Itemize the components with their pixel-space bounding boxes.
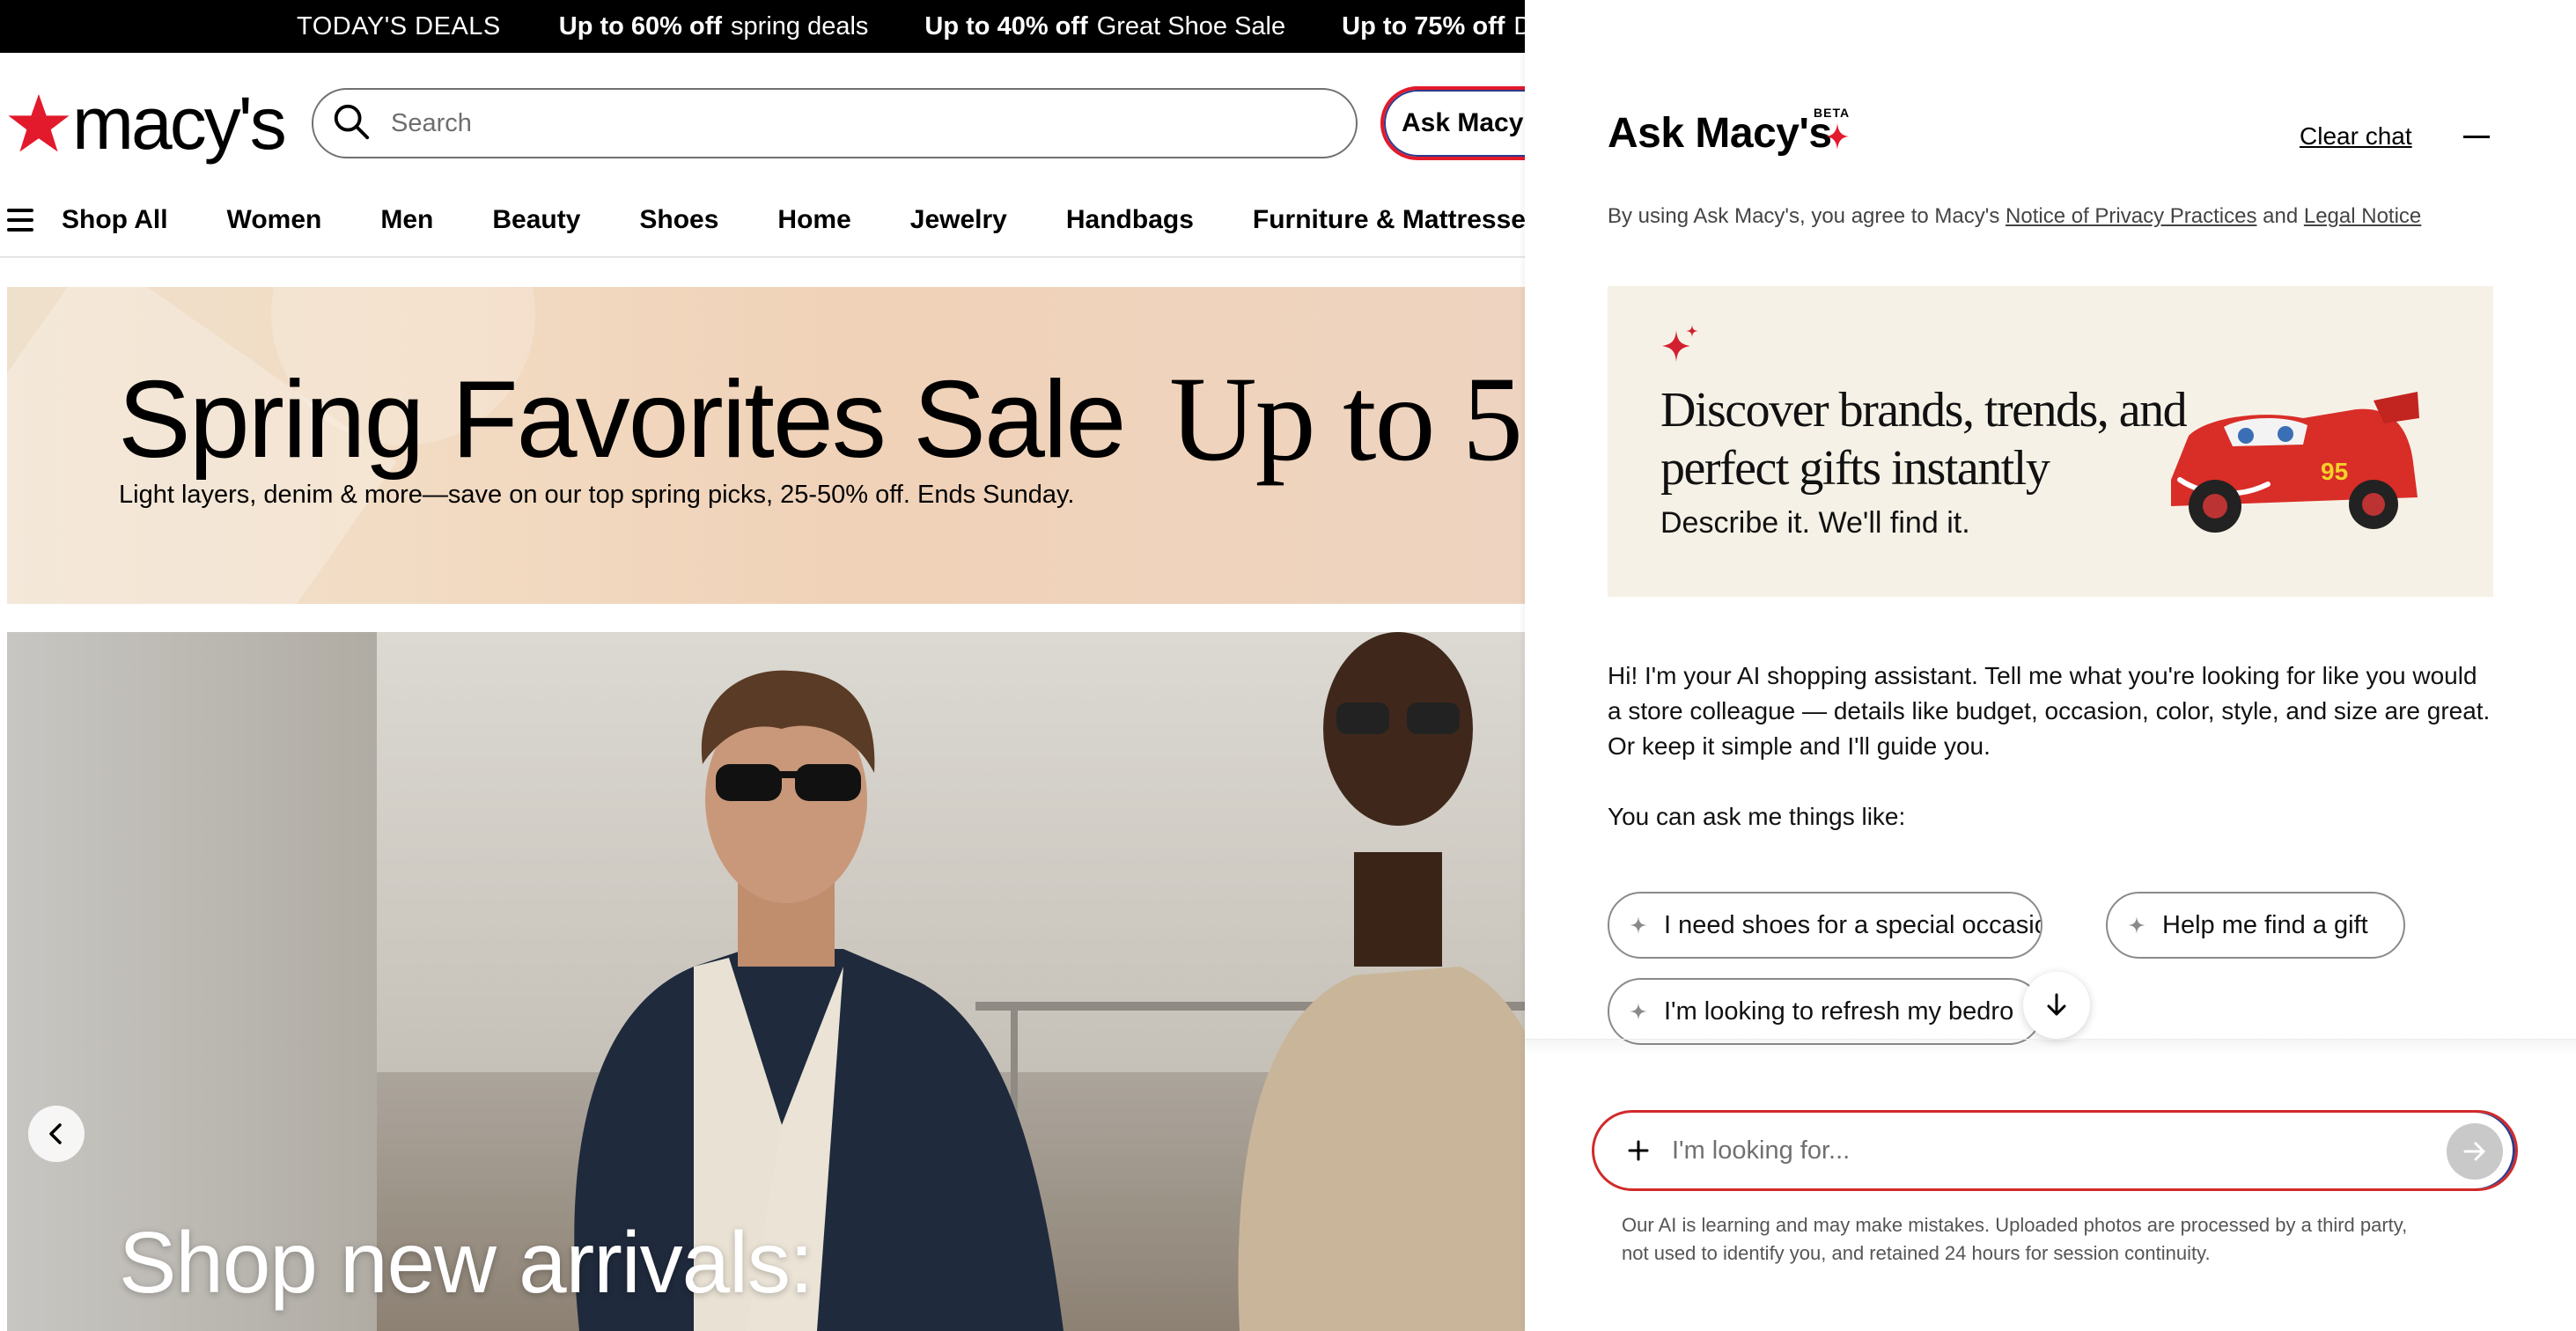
suggestion-chip-shoes[interactable]: I need shoes for a special occasion	[1608, 892, 2042, 959]
disclaimer-text: By using Ask Macy's, you agree to Macy's	[1608, 204, 2000, 228]
suggestions-heading: You can ask me things like:	[1608, 803, 1906, 830]
discover-promo-card: Discover brands, trends, and perfect gif…	[1608, 286, 2493, 597]
chip-label: I'm looking to refresh my bedro	[1664, 996, 2014, 1026]
deal-third[interactable]: Up to 75% off Di	[1342, 12, 1525, 41]
chip-label: I need shoes for a special occasion	[1664, 910, 2042, 939]
deal-shoes[interactable]: Up to 40% off Great Shoe Sale	[924, 12, 1285, 41]
privacy-link[interactable]: Notice of Privacy Practices	[2006, 204, 2256, 228]
deal-text: spring deals	[731, 11, 869, 40]
promo-bar: TODAY'S DEALS Up to 60% off spring deals …	[0, 0, 1525, 53]
ask-macys-panel: Ask Macy's BETA Clear chat By using Ask …	[1525, 0, 2576, 1331]
nav-label: Shop All	[62, 205, 168, 234]
disclaimer-text: and	[2263, 204, 2299, 228]
hero-carousel[interactable]: Shop new arrivals:	[7, 632, 1525, 1331]
deal-text: Di	[1513, 11, 1525, 40]
promo-headline: Discover brands, trends, and perfect gif…	[1660, 383, 2188, 496]
sparkle-icon	[1630, 916, 1647, 934]
sale-banner[interactable]: Spring Favorites Sale Light layers, deni…	[7, 287, 1525, 604]
terms-disclaimer: By using Ask Macy's, you agree to Macy's…	[1608, 204, 2421, 229]
chip-label: Help me find a gift	[2162, 910, 2368, 939]
sparkle-icon	[1662, 325, 1698, 362]
deal-text: Great Shoe Sale	[1096, 11, 1286, 40]
toy-car-image: 95	[2171, 392, 2419, 533]
todays-deals-link[interactable]: TODAY'S DEALS	[297, 12, 501, 41]
nav-home[interactable]: Home	[777, 205, 850, 235]
sparkle-icon	[1630, 1003, 1647, 1020]
send-button[interactable]	[2447, 1123, 2503, 1180]
svg-text:95: 95	[2321, 458, 2348, 485]
nav-jewelry[interactable]: Jewelry	[910, 205, 1007, 235]
site-header: macy's Ask Macy's Shop All Women Men Bea…	[0, 53, 1574, 258]
logo-text: macy's	[72, 82, 287, 165]
nav-furniture[interactable]: Furniture & Mattresses	[1253, 205, 1541, 235]
minus-icon	[2463, 135, 2490, 138]
deal-bold: Up to 60% off	[558, 11, 723, 40]
divider	[1525, 1039, 2576, 1055]
menu-icon	[7, 209, 33, 232]
arrow-down-icon	[2047, 993, 2066, 1016]
carousel-prev-button[interactable]	[28, 1106, 85, 1162]
main-nav: Shop All Women Men Beauty Shoes Home Jew…	[0, 195, 1600, 245]
beta-badge: BETA	[1814, 106, 1851, 120]
hero-model-image	[1238, 632, 1525, 1331]
suggestion-chip-gift[interactable]: Help me find a gift	[2106, 892, 2405, 959]
suggestion-chip-bedroom[interactable]: I'm looking to refresh my bedro	[1608, 978, 2042, 1045]
chevron-left-icon	[49, 1123, 62, 1144]
banner-title: Spring Favorites Sale	[118, 359, 1126, 481]
star-logo-icon	[8, 93, 70, 152]
ai-disclaimer: Our AI is learning and may make mistakes…	[1622, 1214, 2408, 1264]
nav-shop-all[interactable]: Shop All	[0, 205, 168, 235]
search-input[interactable]	[391, 108, 1271, 138]
macys-logo[interactable]: macy's	[7, 82, 287, 165]
arrow-right-icon	[2463, 1142, 2485, 1161]
plus-icon[interactable]	[1626, 1138, 1651, 1163]
chat-input-box[interactable]	[1592, 1110, 2518, 1191]
nav-men[interactable]: Men	[380, 205, 433, 235]
nav-beauty[interactable]: Beauty	[492, 205, 580, 235]
search-bar[interactable]	[312, 88, 1358, 158]
minimize-button[interactable]	[2456, 121, 2497, 151]
promo-subtitle: Describe it. We'll find it.	[1660, 506, 1970, 540]
clear-chat-button[interactable]: Clear chat	[2300, 122, 2412, 151]
search-icon[interactable]	[331, 101, 372, 146]
banner-discount: Up to 50	[1169, 351, 1525, 486]
chat-input[interactable]	[1672, 1136, 2429, 1166]
nav-shoes[interactable]: Shoes	[639, 205, 718, 235]
legal-notice-link[interactable]: Legal Notice	[2304, 204, 2421, 228]
banner-subtitle: Light layers, denim & more—save on our t…	[119, 481, 1075, 509]
assistant-greeting: Hi! I'm your AI shopping assistant. Tell…	[1608, 662, 2491, 760]
sparkle-icon	[1826, 123, 1849, 150]
panel-title: Ask Macy's	[1608, 110, 1832, 157]
sparkle-icon	[2128, 916, 2145, 934]
nav-women[interactable]: Women	[227, 205, 322, 235]
deal-spring[interactable]: Up to 60% off spring deals	[559, 12, 869, 41]
hero-title: Shop new arrivals:	[119, 1214, 813, 1311]
nav-handbags[interactable]: Handbags	[1066, 205, 1194, 235]
deal-bold: Up to 75% off	[1342, 11, 1505, 40]
deal-bold: Up to 40% off	[924, 11, 1088, 40]
scroll-down-button[interactable]	[2023, 972, 2090, 1039]
